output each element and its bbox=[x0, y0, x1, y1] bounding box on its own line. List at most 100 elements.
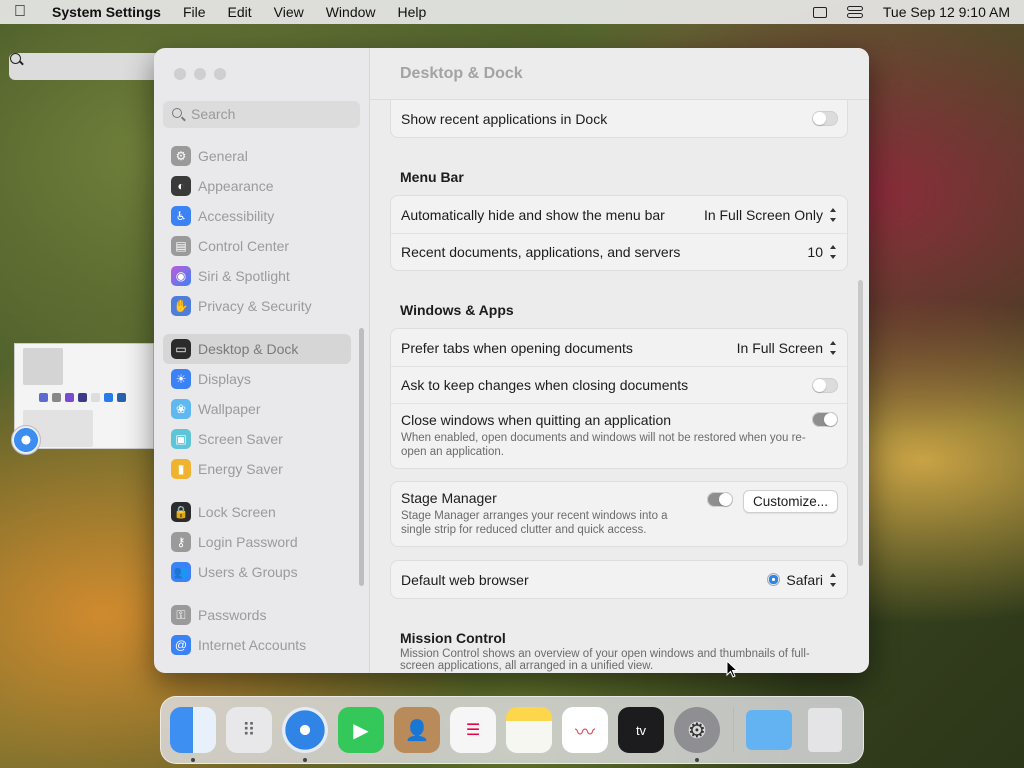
siri-icon: ◉ bbox=[171, 266, 191, 286]
facetime-icon[interactable]: ▶ bbox=[338, 707, 384, 753]
close-window-icon[interactable] bbox=[174, 68, 186, 80]
menubar-clock[interactable]: Tue Sep 12 9:10 AM bbox=[883, 4, 1010, 20]
recent-items-select[interactable]: 10 bbox=[807, 244, 838, 260]
ask-keep-changes-toggle[interactable] bbox=[812, 377, 838, 393]
recent-items-label: Recent documents, applications, and serv… bbox=[401, 244, 681, 260]
recent-items-row: Recent documents, applications, and serv… bbox=[391, 233, 847, 270]
browser-group: Default web browser Safari bbox=[390, 560, 848, 599]
mission-control-section-title: Mission Control bbox=[400, 630, 506, 646]
screen-mirroring-icon[interactable] bbox=[812, 6, 827, 18]
prefer-tabs-row: Prefer tabs when opening documents In Fu… bbox=[391, 329, 847, 366]
at-icon: @ bbox=[171, 635, 191, 655]
contacts-icon[interactable]: 👤 bbox=[394, 707, 440, 753]
windows-apps-section-title: Windows & Apps bbox=[400, 302, 514, 318]
prefer-tabs-select[interactable]: In Full Screen bbox=[737, 340, 838, 356]
auto-hide-menu-bar-select[interactable]: In Full Screen Only bbox=[704, 207, 838, 223]
menu-window[interactable]: Window bbox=[326, 4, 376, 20]
chevron-updown-icon bbox=[829, 207, 838, 222]
notes-icon[interactable] bbox=[506, 707, 552, 753]
sidebar-scrollbar[interactable] bbox=[359, 328, 364, 586]
content-pane: Desktop & Dock Show recent applications … bbox=[370, 48, 869, 673]
sidebar-item-lock-screen[interactable]: 🔒 Lock Screen bbox=[163, 497, 351, 527]
search-icon bbox=[172, 108, 182, 118]
launchpad-icon[interactable]: ⠿ bbox=[226, 707, 272, 753]
system-settings-window: Search ⚙ General ◐ Appearance ♿ Accessibili… bbox=[154, 48, 869, 673]
show-recent-apps-label: Show recent applications in Dock bbox=[401, 110, 608, 127]
sidebar-list: ⚙ General ◐ Appearance ♿ Accessibility ▤ Con… bbox=[163, 141, 351, 660]
sidebar-item-screen-saver[interactable]: ▣ Screen Saver bbox=[163, 424, 351, 454]
running-indicator bbox=[191, 758, 195, 762]
control-center-icon[interactable] bbox=[846, 6, 863, 18]
settings-list: Show recent applications in Dock Menu Ba… bbox=[390, 100, 848, 672]
wallpaper-icon: ❀ bbox=[171, 399, 191, 419]
safari-icon bbox=[767, 573, 781, 586]
gear-icon: ⚙ bbox=[171, 146, 191, 166]
sidebar: Search ⚙ General ◐ Appearance ♿ Accessibili… bbox=[154, 48, 370, 673]
sidebar-item-accessibility[interactable]: ♿ Accessibility bbox=[163, 201, 351, 231]
close-windows-row: Close windows when quitting an applicati… bbox=[391, 403, 847, 468]
stage-manager-group: Stage Manager Stage Manager arranges you… bbox=[390, 481, 848, 547]
menu-file[interactable]: File bbox=[183, 4, 206, 20]
sidebar-item-login-password[interactable]: ⚷ Login Password bbox=[163, 527, 351, 557]
dock: ⠿ ▶ 👤 ☰ 〰 tv ⚙ bbox=[160, 696, 864, 764]
sidebar-search-input[interactable]: Search bbox=[163, 101, 360, 128]
stage-manager-toggle[interactable] bbox=[706, 492, 733, 507]
sidebar-item-general[interactable]: ⚙ General bbox=[163, 141, 351, 171]
sidebar-item-siri-spotlight[interactable]: ◉ Siri & Spotlight bbox=[163, 261, 351, 291]
finder-icon[interactable] bbox=[170, 707, 216, 762]
sidebar-item-wallpaper[interactable]: ❀ Wallpaper bbox=[163, 394, 351, 424]
trash-icon[interactable] bbox=[808, 708, 842, 752]
chevron-updown-icon bbox=[829, 245, 838, 259]
customize-stage-manager-button[interactable]: Customize... bbox=[742, 490, 838, 513]
sidebar-item-internet-accounts[interactable]: @ Internet Accounts bbox=[163, 630, 351, 660]
dock-settings-group: Show recent applications in Dock bbox=[390, 100, 848, 138]
accessibility-icon: ♿ bbox=[171, 206, 191, 226]
chevron-updown-icon bbox=[829, 572, 838, 587]
menu-bar-group: Automatically hide and show the menu bar… bbox=[390, 195, 848, 271]
content-scrollbar[interactable] bbox=[858, 280, 863, 566]
menu-bar:  System Settings File Edit View Window … bbox=[0, 0, 1024, 80]
sidebar-item-desktop-dock[interactable]: ▭ Desktop & Dock bbox=[163, 334, 351, 364]
hand-icon: ✋ bbox=[171, 296, 191, 316]
prefer-tabs-label: Prefer tabs when opening documents bbox=[401, 339, 633, 356]
control-center-icon: ▤ bbox=[171, 236, 191, 256]
appearance-icon: ◐ bbox=[171, 176, 191, 196]
minimize-window-icon[interactable] bbox=[194, 68, 206, 80]
sidebar-item-energy-saver[interactable]: ▮ Energy Saver bbox=[163, 454, 351, 484]
sidebar-item-appearance[interactable]: ◐ Appearance bbox=[163, 171, 351, 201]
default-browser-select[interactable]: Safari bbox=[767, 572, 838, 588]
auto-hide-menu-bar-row: Automatically hide and show the menu bar… bbox=[391, 196, 847, 233]
displays-icon: ☀ bbox=[171, 369, 191, 389]
dock-icon: ▭ bbox=[171, 339, 191, 359]
sidebar-item-control-center[interactable]: ▤ Control Center bbox=[163, 231, 351, 261]
menu-help[interactable]: Help bbox=[398, 4, 427, 20]
show-recent-apps-toggle[interactable] bbox=[812, 111, 838, 126]
app-name-menu[interactable]: System Settings bbox=[52, 4, 161, 20]
ask-keep-changes-row: Ask to keep changes when closing documen… bbox=[391, 366, 847, 403]
menu-view[interactable]: View bbox=[274, 4, 304, 20]
close-windows-toggle[interactable] bbox=[812, 412, 838, 427]
key-icon: ⚷ bbox=[171, 532, 191, 552]
reminders-icon[interactable]: ☰ bbox=[450, 707, 496, 753]
chevron-updown-icon bbox=[829, 340, 838, 355]
ask-keep-changes-label: Ask to keep changes when closing documen… bbox=[401, 377, 689, 393]
system-settings-icon[interactable]: ⚙ bbox=[674, 707, 720, 762]
stage-manager-row: Stage Manager Stage Manager arranges you… bbox=[391, 482, 847, 546]
apple-tv-icon[interactable]: tv bbox=[618, 707, 664, 753]
show-recent-apps-row: Show recent applications in Dock bbox=[391, 100, 847, 137]
default-browser-row: Default web browser Safari bbox=[391, 561, 847, 598]
sidebar-item-privacy-security[interactable]: ✋ Privacy & Security bbox=[163, 291, 351, 321]
menu-edit[interactable]: Edit bbox=[228, 4, 252, 20]
battery-icon: ▮ bbox=[171, 459, 191, 479]
zoom-window-icon[interactable] bbox=[214, 68, 226, 80]
downloads-folder-icon[interactable] bbox=[746, 710, 792, 750]
running-indicator bbox=[303, 758, 307, 762]
sidebar-item-displays[interactable]: ☀ Displays bbox=[163, 364, 351, 394]
mouse-cursor-icon bbox=[726, 660, 738, 678]
sidebar-item-passwords[interactable]: ⚿ Passwords bbox=[163, 600, 351, 630]
safari-app-badge-icon[interactable] bbox=[11, 425, 41, 455]
freeform-icon[interactable]: 〰 bbox=[562, 707, 608, 753]
apple-logo-icon[interactable]:  bbox=[14, 3, 34, 21]
sidebar-item-users-groups[interactable]: 👥 Users & Groups bbox=[163, 557, 351, 587]
safari-icon[interactable] bbox=[282, 707, 328, 762]
